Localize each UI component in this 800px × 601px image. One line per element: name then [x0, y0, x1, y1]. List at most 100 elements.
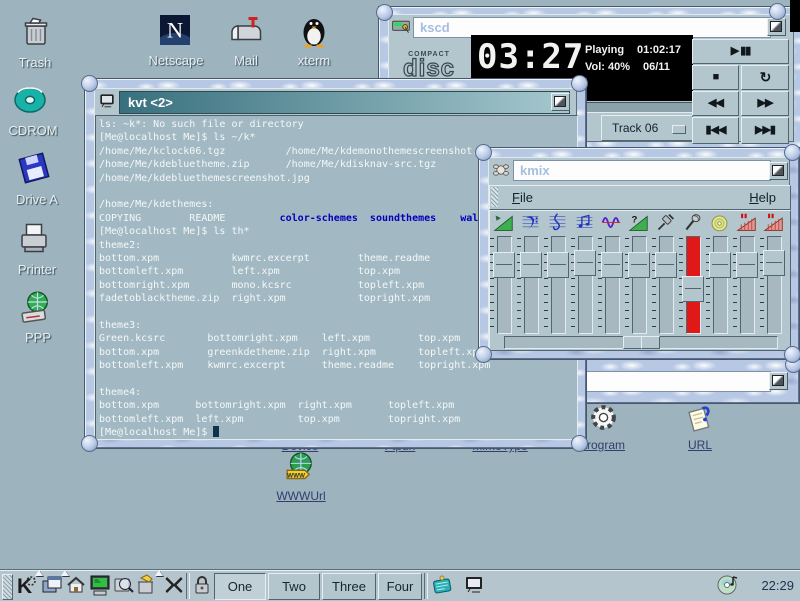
- desktop-icon-label[interactable]: xterm: [298, 53, 331, 68]
- slider-handle[interactable]: [763, 250, 785, 276]
- kmix-maximize-button[interactable]: [769, 162, 788, 180]
- balance-handle[interactable]: [641, 336, 660, 349]
- slider-groove[interactable]: [497, 236, 512, 334]
- slider-handle[interactable]: [736, 252, 758, 278]
- slider-handle[interactable]: [655, 252, 677, 278]
- slider-groove[interactable]: [659, 236, 674, 334]
- kmix-channel-icon-microphone[interactable]: [682, 212, 704, 234]
- kmix-channel-icon-rec-2[interactable]: [763, 212, 785, 234]
- slider-groove[interactable]: [605, 236, 620, 334]
- desktop-icon-cdrom[interactable]: CDROM: [12, 82, 48, 118]
- slider-groove[interactable]: [551, 236, 566, 334]
- slider-handle[interactable]: [520, 252, 542, 278]
- repeat-button[interactable]: ↻: [741, 65, 789, 90]
- kvt-maximize-button[interactable]: [551, 93, 570, 111]
- kmix-slider-microphone[interactable]: [679, 236, 705, 334]
- taskbar-lock-screen-button[interactable]: [190, 573, 216, 599]
- menubar-grip[interactable]: [491, 187, 498, 207]
- desktop-icon-label[interactable]: Drive A: [16, 192, 58, 207]
- desktop-icon-drive-a[interactable]: Drive A: [16, 150, 52, 186]
- balance-slider[interactable]: [504, 336, 778, 349]
- desktop-button-four[interactable]: Four: [378, 573, 422, 600]
- taskbar-kscd-tray-button[interactable]: [716, 573, 742, 599]
- desktop-icon-mail[interactable]: Mail: [229, 14, 265, 50]
- taskbar-window-list-button[interactable]: [40, 573, 66, 599]
- rewind-button[interactable]: ◀◀: [692, 91, 739, 116]
- slider-groove[interactable]: [740, 236, 755, 334]
- play-pause-button[interactable]: ▶ ▮▮: [692, 39, 789, 64]
- slider-handle[interactable]: [682, 276, 704, 302]
- slider-groove[interactable]: [524, 236, 539, 334]
- kmix-slider-treble[interactable]: [544, 236, 570, 334]
- slider-handle[interactable]: [628, 252, 650, 278]
- stop-button[interactable]: ■: [692, 65, 739, 90]
- slider-groove[interactable]: [713, 236, 728, 334]
- desktop-icon-label[interactable]: Mail: [234, 53, 258, 68]
- slider-handle[interactable]: [601, 252, 623, 278]
- desktop-icon-ppp[interactable]: PPP: [18, 290, 54, 326]
- kmix-slider-rec-2[interactable]: [760, 236, 786, 334]
- menu-file[interactable]: File: [512, 190, 533, 205]
- kmix-window[interactable]: kmix File Help ?: [478, 147, 800, 360]
- kmix-slider-pcm[interactable]: [598, 236, 624, 334]
- desktop-button-three[interactable]: Three: [322, 573, 376, 600]
- desktop-icon-label[interactable]: Netscape: [149, 53, 204, 68]
- desktop-icon-label[interactable]: URL: [688, 438, 712, 452]
- desktop-icon-label[interactable]: WWWUrl: [276, 489, 325, 503]
- desktop-icon-label[interactable]: PPP: [25, 330, 51, 345]
- kmix-slider-speaker[interactable]: [625, 236, 651, 334]
- kmix-channel-icon-treble[interactable]: [547, 212, 569, 234]
- kmix-channel-icon-speaker[interactable]: ?: [628, 212, 650, 234]
- slider-handle[interactable]: [493, 252, 515, 278]
- slider-handle[interactable]: [547, 252, 569, 278]
- panel-hide-handle[interactable]: [2, 574, 13, 600]
- kmix-channel-icon-rec-1[interactable]: [736, 212, 758, 234]
- desktop-icon-trash[interactable]: Trash: [18, 14, 54, 50]
- kmix-titlebar[interactable]: kmix: [513, 160, 771, 181]
- kmix-channel-icon-cd[interactable]: [709, 212, 731, 234]
- desktop-icon-wwwurl[interactable]: WWWWWWUrl: [283, 451, 316, 484]
- kmix-slider-rec-1[interactable]: [733, 236, 759, 334]
- slider-handle[interactable]: [709, 252, 731, 278]
- kmix-channel-icon-volume[interactable]: [493, 212, 515, 234]
- fast-forward-button[interactable]: ▶▶: [741, 91, 789, 116]
- kscd-maximize-button[interactable]: [767, 18, 786, 36]
- taskbar-address-book-button[interactable]: [430, 573, 456, 599]
- desktop-icon-label[interactable]: Trash: [19, 55, 52, 70]
- desktop-button-two[interactable]: Two: [268, 573, 320, 600]
- taskbar-terminal-button[interactable]: [88, 573, 114, 599]
- slider-groove[interactable]: [632, 236, 647, 334]
- kmix-channel-icon-line[interactable]: [655, 212, 677, 234]
- previous-track-button[interactable]: ▮◀◀: [692, 117, 739, 144]
- kmix-slider-cd[interactable]: [706, 236, 732, 334]
- shaded-window-titlebar[interactable]: [563, 371, 771, 392]
- kmix-channel-icon-pcm[interactable]: [601, 212, 623, 234]
- next-track-button[interactable]: ▶▶▮: [741, 117, 789, 144]
- desktop-icon-label[interactable]: Printer: [18, 262, 56, 277]
- kmix-slider-volume[interactable]: [490, 236, 516, 334]
- desktop-icon-label[interactable]: CDROM: [8, 123, 57, 138]
- kmix-slider-bass[interactable]: [517, 236, 543, 334]
- slider-handle[interactable]: [574, 250, 596, 276]
- balance-handle[interactable]: [623, 336, 642, 349]
- kmix-slider-line[interactable]: [652, 236, 678, 334]
- desktop-icon-netscape[interactable]: NNetscape: [157, 12, 193, 48]
- shaded-window-maximize-button[interactable]: [769, 372, 788, 390]
- kvt-titlebar[interactable]: kvt <2>: [119, 91, 570, 114]
- kmix-slider-synth[interactable]: [571, 236, 597, 334]
- taskbar-x-utilities-button[interactable]: [162, 573, 188, 599]
- taskbar-home-folder-button[interactable]: [64, 573, 90, 599]
- desktop-icon-xterm[interactable]: xterm: [296, 13, 332, 49]
- kmix-channel-icon-bass[interactable]: [520, 212, 542, 234]
- taskbar-trash-button[interactable]: [134, 573, 160, 599]
- taskbar-mini-terminal-button[interactable]: [462, 573, 488, 599]
- desktop-icon-printer[interactable]: Printer: [16, 220, 52, 256]
- desktop-icon-program[interactable]: Program: [587, 401, 620, 434]
- taskbar-k-menu-button[interactable]: K: [14, 573, 40, 599]
- desktop-icon-url[interactable]: URL: [683, 403, 716, 436]
- track-dropdown-handle[interactable]: [672, 125, 686, 134]
- menu-help[interactable]: Help: [749, 190, 776, 205]
- kscd-track-selector[interactable]: Track 06: [601, 115, 693, 141]
- desktop-button-one[interactable]: One: [214, 573, 266, 600]
- kmix-channel-icon-synth[interactable]: [574, 212, 596, 234]
